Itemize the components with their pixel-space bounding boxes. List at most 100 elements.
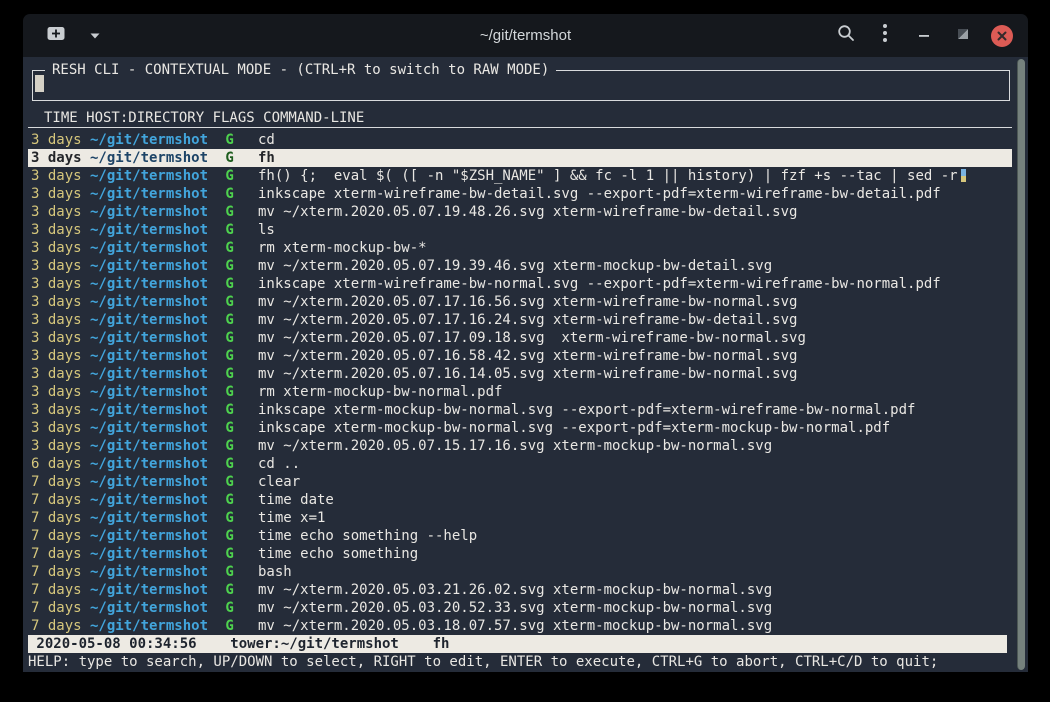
terminal-content: RESH CLI - CONTEXTUAL MODE - (CTRL+R to … [23,57,1028,672]
row-command: rm xterm-mockup-bw-* [258,239,1012,257]
row-command: ls [258,221,1012,239]
row-time: 3 days [31,311,90,329]
row-directory: ~/git/termshot [90,275,217,293]
row-time: 3 days [31,347,90,365]
row-flags: G [217,221,258,239]
history-row[interactable]: 3 days ~/git/termshot G mv ~/xterm.2020.… [28,203,1012,221]
close-icon [991,25,1013,47]
history-row[interactable]: 3 days ~/git/termshot G mv ~/xterm.2020.… [28,311,1012,329]
restore-icon [957,27,969,45]
close-button[interactable] [990,24,1014,48]
history-row[interactable]: 3 days ~/git/termshot G rm xterm-mockup-… [28,239,1012,257]
new-tab-button[interactable] [43,25,69,47]
history-row[interactable]: 7 days ~/git/termshot G mv ~/xterm.2020.… [28,581,1012,599]
row-directory: ~/git/termshot [90,509,217,527]
history-row[interactable]: 3 days ~/git/termshot G mv ~/xterm.2020.… [28,347,1012,365]
menu-button[interactable] [873,24,897,48]
minimize-button[interactable] [912,24,936,48]
row-directory: ~/git/termshot [90,527,217,545]
row-flags: G [217,311,258,329]
history-row[interactable]: 7 days ~/git/termshot G time echo someth… [28,545,1012,563]
history-row[interactable]: 3 days ~/git/termshot G mv ~/xterm.2020.… [28,257,1012,275]
row-command: inkscape xterm-wireframe-bw-detail.svg -… [258,185,1012,203]
row-command: time echo something --help [258,527,1012,545]
history-row[interactable]: 7 days ~/git/termshot G mv ~/xterm.2020.… [28,599,1012,617]
text-cursor [35,75,44,92]
history-table-header: TIME HOST:DIRECTORY FLAGS COMMAND-LINE [28,109,1012,128]
row-time: 3 days [31,131,90,149]
history-row[interactable]: 3 days ~/git/termshot G inkscape xterm-w… [28,185,1012,203]
row-flags: G [217,527,258,545]
row-flags: G [217,149,258,167]
history-row[interactable]: 3 days ~/git/termshot G fh() {; eval $( … [28,167,1012,185]
history-row[interactable]: 3 days ~/git/termshot G inkscape xterm-m… [28,419,1012,437]
row-flags: G [217,419,258,437]
row-flags: G [217,617,258,635]
row-flags: G [217,473,258,491]
row-directory: ~/git/termshot [90,581,217,599]
row-flags: G [217,599,258,617]
row-command: bash [258,563,1012,581]
row-flags: G [217,257,258,275]
history-row[interactable]: 3 days ~/git/termshot G mv ~/xterm.2020.… [28,293,1012,311]
row-command: time x=1 [258,509,1012,527]
history-row[interactable]: 3 days ~/git/termshot G mv ~/xterm.2020.… [28,329,1012,347]
search-button[interactable] [834,24,858,48]
row-directory: ~/git/termshot [90,311,217,329]
history-row[interactable]: 3 days ~/git/termshot G inkscape xterm-m… [28,401,1012,419]
row-flags: G [217,401,258,419]
row-directory: ~/git/termshot [90,419,217,437]
row-time: 3 days [31,149,90,167]
row-command: inkscape xterm-mockup-bw-normal.svg --ex… [258,419,1012,437]
history-row[interactable]: 7 days ~/git/termshot G clear [28,473,1012,491]
help-line: HELP: type to search, UP/DOWN to select,… [28,653,1012,671]
history-row[interactable]: 6 days ~/git/termshot G cd .. [28,455,1012,473]
history-row[interactable]: 3 days ~/git/termshot G rm xterm-mockup-… [28,383,1012,401]
history-row[interactable]: 3 days ~/git/termshot G mv ~/xterm.2020.… [28,437,1012,455]
row-flags: G [217,293,258,311]
row-flags: G [217,383,258,401]
history-row[interactable]: 3 days ~/git/termshot G ls [28,221,1012,239]
history-row[interactable]: 7 days ~/git/termshot G bash [28,563,1012,581]
row-time: 3 days [31,365,90,383]
row-directory: ~/git/termshot [90,239,217,257]
row-time: 7 days [31,581,90,599]
row-time: 7 days [31,491,90,509]
row-directory: ~/git/termshot [90,617,217,635]
row-time: 7 days [31,563,90,581]
row-directory: ~/git/termshot [90,599,217,617]
row-time: 3 days [31,185,90,203]
row-time: 3 days [31,203,90,221]
row-time: 7 days [31,509,90,527]
row-command: mv ~/xterm.2020.05.07.17.16.56.svg xterm… [258,293,1012,311]
history-row[interactable]: 7 days ~/git/termshot G time x=1 [28,509,1012,527]
history-row[interactable]: 3 days ~/git/termshot G cd [28,131,1012,149]
history-rows: 3 days ~/git/termshot G cd 3 days ~/git/… [28,131,1012,635]
row-time: 7 days [31,527,90,545]
row-flags: G [217,365,258,383]
history-row[interactable]: 3 days ~/git/termshot G fh [28,149,1012,167]
restore-button[interactable] [951,24,975,48]
row-time: 3 days [31,329,90,347]
row-directory: ~/git/termshot [90,203,217,221]
titlebar-left-controls [43,25,104,47]
history-row[interactable]: 3 days ~/git/termshot G inkscape xterm-w… [28,275,1012,293]
titlebar-right-controls [834,24,1014,48]
row-directory: ~/git/termshot [90,545,217,563]
tab-dropdown-button[interactable] [86,25,104,47]
history-row[interactable]: 3 days ~/git/termshot G mv ~/xterm.2020.… [28,365,1012,383]
scrollbar-thumb[interactable] [1017,59,1025,670]
history-row[interactable]: 7 days ~/git/termshot G mv ~/xterm.2020.… [28,617,1012,635]
row-time: 3 days [31,239,90,257]
row-flags: G [217,275,258,293]
row-time: 3 days [31,383,90,401]
truncated-text-marker [961,169,966,182]
row-directory: ~/git/termshot [90,383,217,401]
search-input[interactable]: RESH CLI - CONTEXTUAL MODE - (CTRL+R to … [32,70,1010,101]
row-directory: ~/git/termshot [90,437,217,455]
row-flags: G [217,545,258,563]
row-directory: ~/git/termshot [90,293,217,311]
history-row[interactable]: 7 days ~/git/termshot G time echo someth… [28,527,1012,545]
history-row[interactable]: 7 days ~/git/termshot G time date [28,491,1012,509]
row-command: inkscape xterm-wireframe-bw-normal.svg -… [258,275,1012,293]
